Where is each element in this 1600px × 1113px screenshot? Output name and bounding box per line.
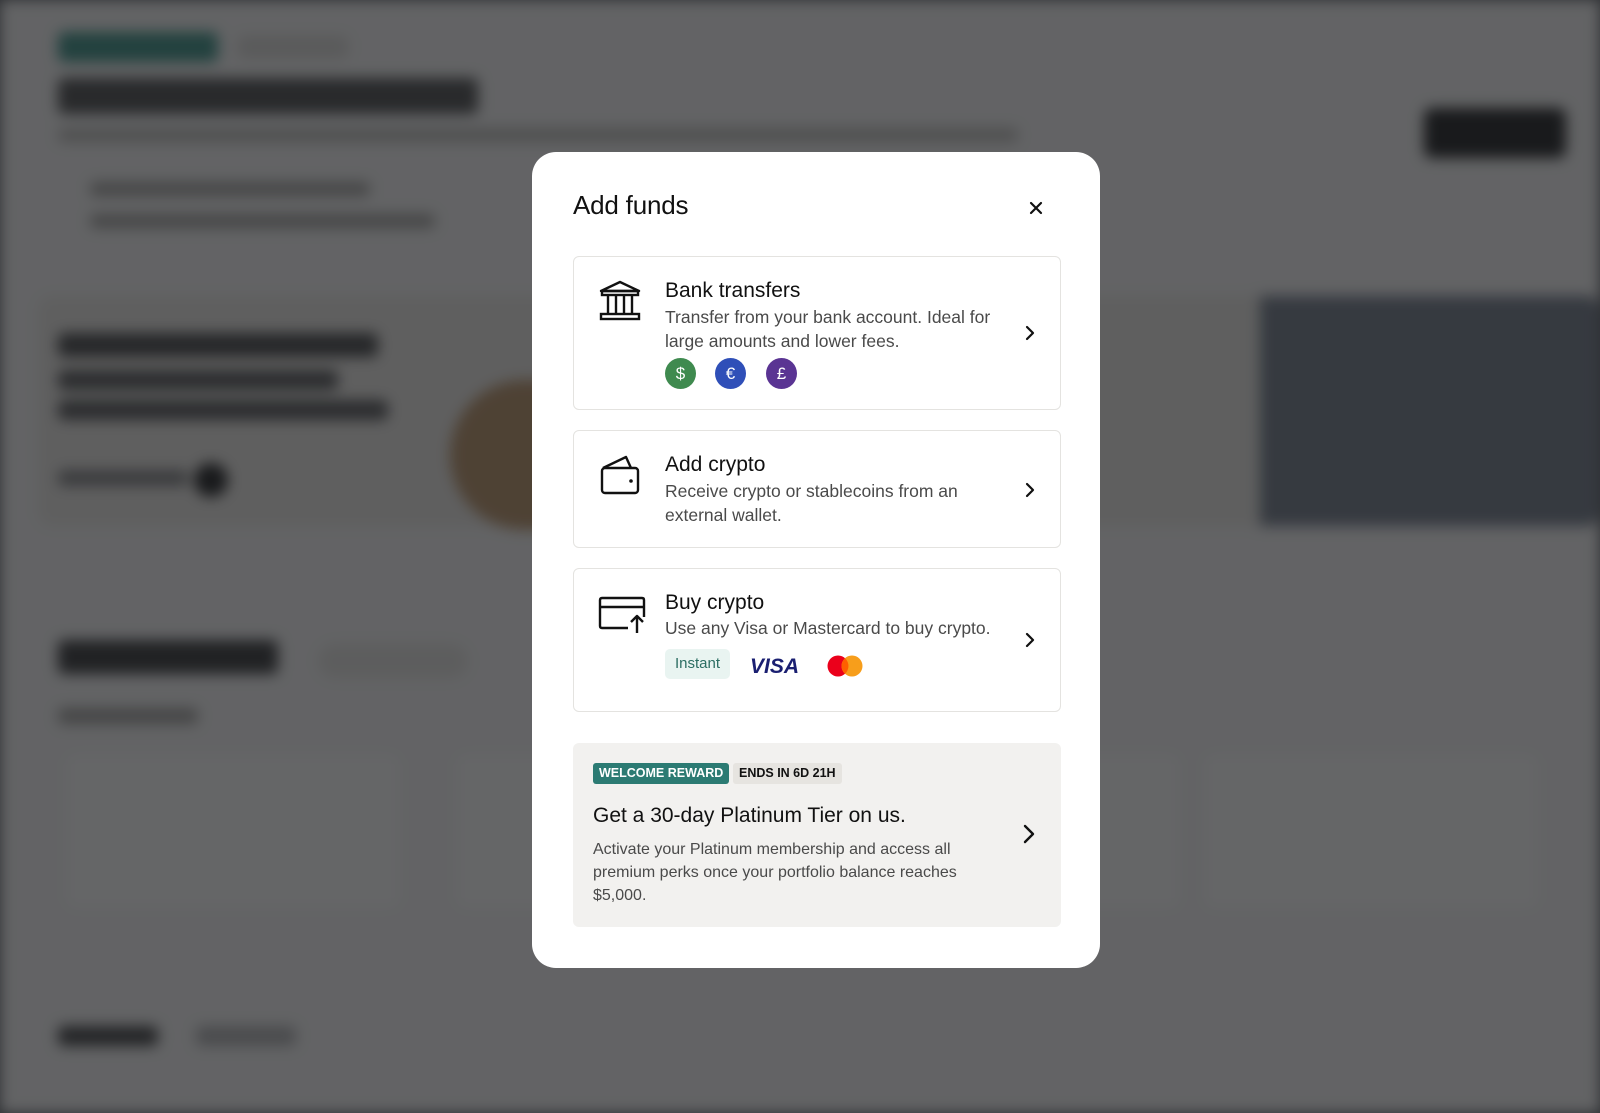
modal-title: Add funds (573, 190, 689, 220)
option-bank-transfers[interactable]: Bank transfers Transfer from your bank a… (573, 256, 1061, 410)
close-button[interactable] (1022, 194, 1050, 222)
countdown-badge: ENDS IN 6D 21H (733, 763, 842, 784)
bank-icon (599, 280, 641, 321)
dollar-icon: $ (665, 358, 696, 389)
close-icon (1029, 201, 1043, 215)
option-title: Buy crypto (665, 591, 765, 614)
add-funds-modal: Add funds Bank transfers Transfer from y… (532, 152, 1100, 968)
welcome-reward-badge: WELCOME REWARD (593, 763, 730, 784)
wallet-icon (600, 455, 640, 495)
option-title: Bank transfers (665, 279, 801, 302)
pound-icon: £ (766, 358, 797, 389)
chevron-right-icon (1025, 325, 1035, 341)
chevron-right-icon (1025, 482, 1035, 498)
option-title: Add crypto (665, 453, 766, 476)
chevron-right-icon (1025, 632, 1035, 648)
instant-badge: Instant (665, 649, 731, 679)
chevron-right-icon (1023, 824, 1035, 844)
visa-logo-icon: VISA (750, 655, 799, 675)
option-buy-crypto[interactable]: Buy crypto Use any Visa or Mastercard to… (573, 568, 1061, 712)
option-description: Transfer from your bank account. Ideal f… (665, 307, 991, 351)
svg-text:VISA: VISA (750, 655, 799, 675)
promo-description: Activate your Platinum membership and ac… (593, 841, 957, 904)
mastercard-logo-icon (827, 655, 863, 677)
promo-title: Get a 30-day Platinum Tier on us. (593, 804, 906, 827)
welcome-reward-card[interactable]: WELCOME REWARD ENDS IN 6D 21H Get a 30-d… (573, 743, 1061, 927)
card-upload-icon (598, 596, 646, 633)
option-description: Receive crypto or stablecoins from an ex… (665, 481, 958, 525)
euro-icon: € (715, 358, 746, 389)
option-description: Use any Visa or Mastercard to buy crypto… (665, 618, 991, 638)
option-add-crypto[interactable]: Add crypto Receive crypto or stablecoins… (573, 430, 1061, 548)
